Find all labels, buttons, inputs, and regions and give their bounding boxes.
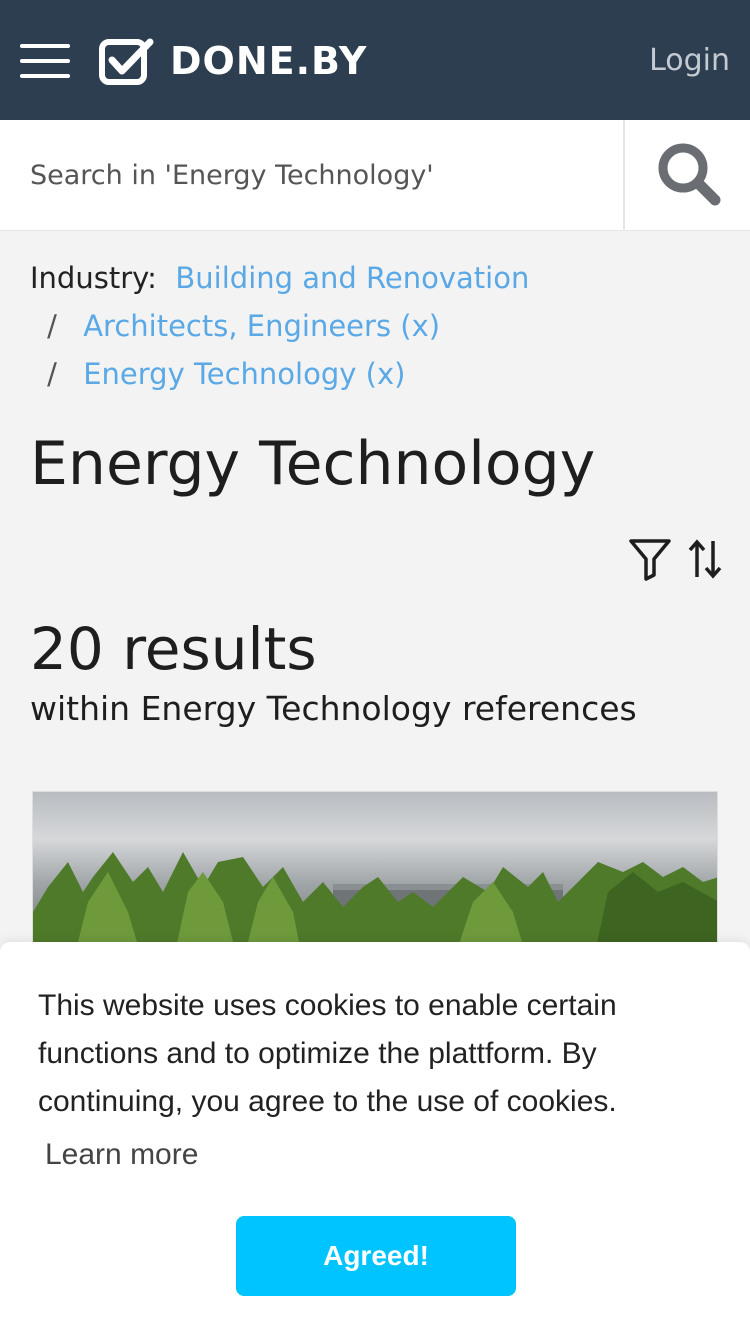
filter-icon[interactable]	[628, 537, 672, 581]
search-icon	[658, 143, 721, 206]
breadcrumb-separator: /	[47, 357, 57, 391]
search-input[interactable]	[0, 120, 622, 230]
search-button[interactable]	[623, 120, 750, 230]
cookie-message: This website uses cookies to enable cert…	[38, 989, 617, 1118]
reference-card-image[interactable]	[32, 791, 718, 961]
building-behind-trees-photo	[33, 852, 717, 960]
brand-logo-text[interactable]: DONE.BY	[170, 38, 367, 84]
breadcrumb-separator: /	[47, 309, 57, 343]
breadcrumb: Industry: Building and Renovation / Arch…	[30, 254, 529, 398]
checkbox-check-icon[interactable]	[98, 36, 156, 86]
results-count: 20 results	[30, 615, 317, 683]
learn-more-link[interactable]: Learn more	[45, 1133, 198, 1177]
top-navigation-bar: DONE.BY Login	[0, 0, 750, 120]
agree-button[interactable]: Agreed!	[236, 1216, 516, 1296]
search-bar	[0, 120, 750, 231]
page-title: Energy Technology	[30, 429, 596, 499]
breadcrumb-link-architects-engineers[interactable]: Architects, Engineers (x)	[83, 309, 440, 343]
sort-icon[interactable]	[688, 537, 722, 581]
breadcrumb-link-energy-technology[interactable]: Energy Technology (x)	[83, 357, 405, 391]
login-link[interactable]: Login	[649, 40, 730, 82]
results-subtitle: within Energy Technology references	[30, 689, 637, 728]
cookie-consent-banner: This website uses cookies to enable cert…	[0, 942, 750, 1334]
breadcrumb-label: Industry:	[30, 261, 157, 295]
hamburger-menu-icon[interactable]	[20, 44, 70, 78]
breadcrumb-link-building-and-renovation[interactable]: Building and Renovation	[175, 261, 529, 295]
